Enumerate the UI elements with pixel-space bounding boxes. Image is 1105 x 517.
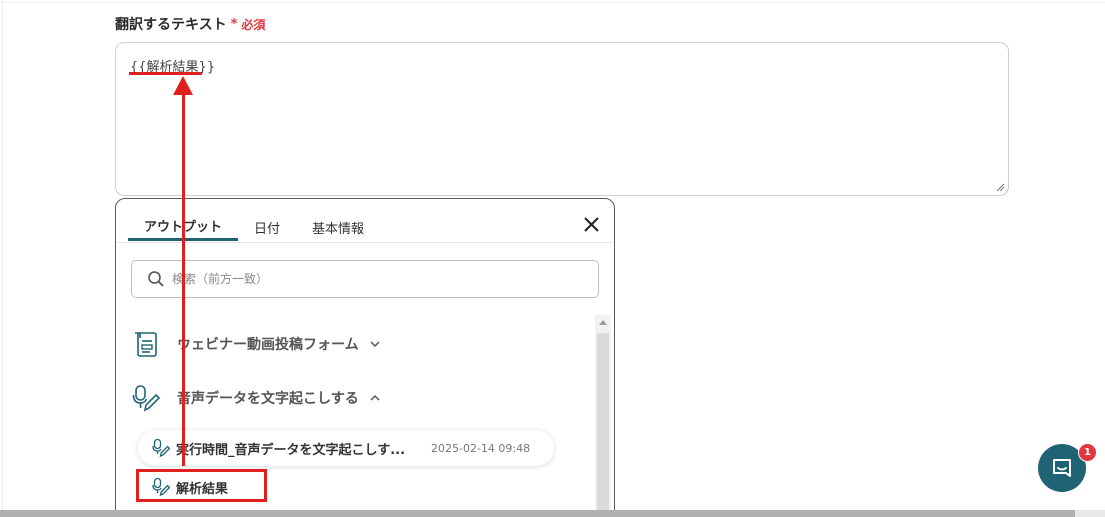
item-timestamp: 2025-02-14 09:48 — [431, 441, 531, 455]
field-label-text: 翻訳するテキスト — [115, 17, 227, 33]
search-box — [131, 260, 599, 298]
output-item-execution-time[interactable]: 実行時間_音声データを文字起こしす... 2025-02-14 09:48 — [138, 430, 554, 466]
mic-pen-icon — [132, 385, 160, 412]
item-label: 実行時間_音声データを文字起こしす... — [176, 442, 406, 458]
panel-tabs: アウトプット 日付 基本情報 — [128, 213, 380, 243]
chat-bubble-icon — [1053, 459, 1071, 477]
panel-scrollbar[interactable] — [595, 315, 611, 517]
notification-badge: 1 — [1078, 443, 1097, 462]
tab-date[interactable]: 日付 — [238, 213, 296, 241]
group-label: 音声データを文字起こしする — [177, 391, 359, 407]
group-transcribe-audio[interactable]: 音声データを文字起こしする — [132, 381, 381, 415]
left-border — [2, 0, 3, 517]
field-label: 翻訳するテキスト * 必須 — [115, 14, 265, 34]
scroll-up-arrow-icon[interactable] — [599, 320, 607, 325]
tab-divider — [116, 242, 614, 243]
scroll-thumb[interactable] — [597, 333, 609, 517]
chevron-up-icon — [370, 394, 380, 401]
mic-pen-icon — [152, 438, 170, 458]
annotation-highlight-box — [136, 469, 267, 502]
page: 翻訳するテキスト * 必須 {{解析結果}} アウトプット 日付 基本情報 — [0, 0, 1105, 517]
close-button[interactable] — [579, 212, 603, 236]
chevron-down-icon — [370, 341, 380, 348]
translate-text-input[interactable]: {{解析結果}} — [115, 42, 1009, 196]
search-icon — [148, 271, 164, 287]
resize-grip-icon[interactable] — [996, 183, 1005, 192]
close-icon — [583, 216, 599, 232]
search-input[interactable] — [170, 271, 574, 287]
horizontal-scrollbar[interactable] — [0, 510, 1075, 517]
annotation-arrow-head — [173, 76, 193, 95]
top-border — [0, 2, 1105, 3]
annotation-underline — [129, 72, 202, 75]
required-text: 必須 — [241, 17, 266, 32]
horizontal-scrollbar-track — [1075, 510, 1105, 517]
tab-basic-info[interactable]: 基本情報 — [296, 213, 380, 241]
form-icon — [135, 332, 157, 357]
group-label: ウェビナー動画投稿フォーム — [177, 337, 359, 353]
group-webinar-form[interactable]: ウェビナー動画投稿フォーム — [132, 327, 381, 361]
annotation-arrow-shaft — [182, 90, 185, 466]
required-star: * — [230, 16, 238, 32]
